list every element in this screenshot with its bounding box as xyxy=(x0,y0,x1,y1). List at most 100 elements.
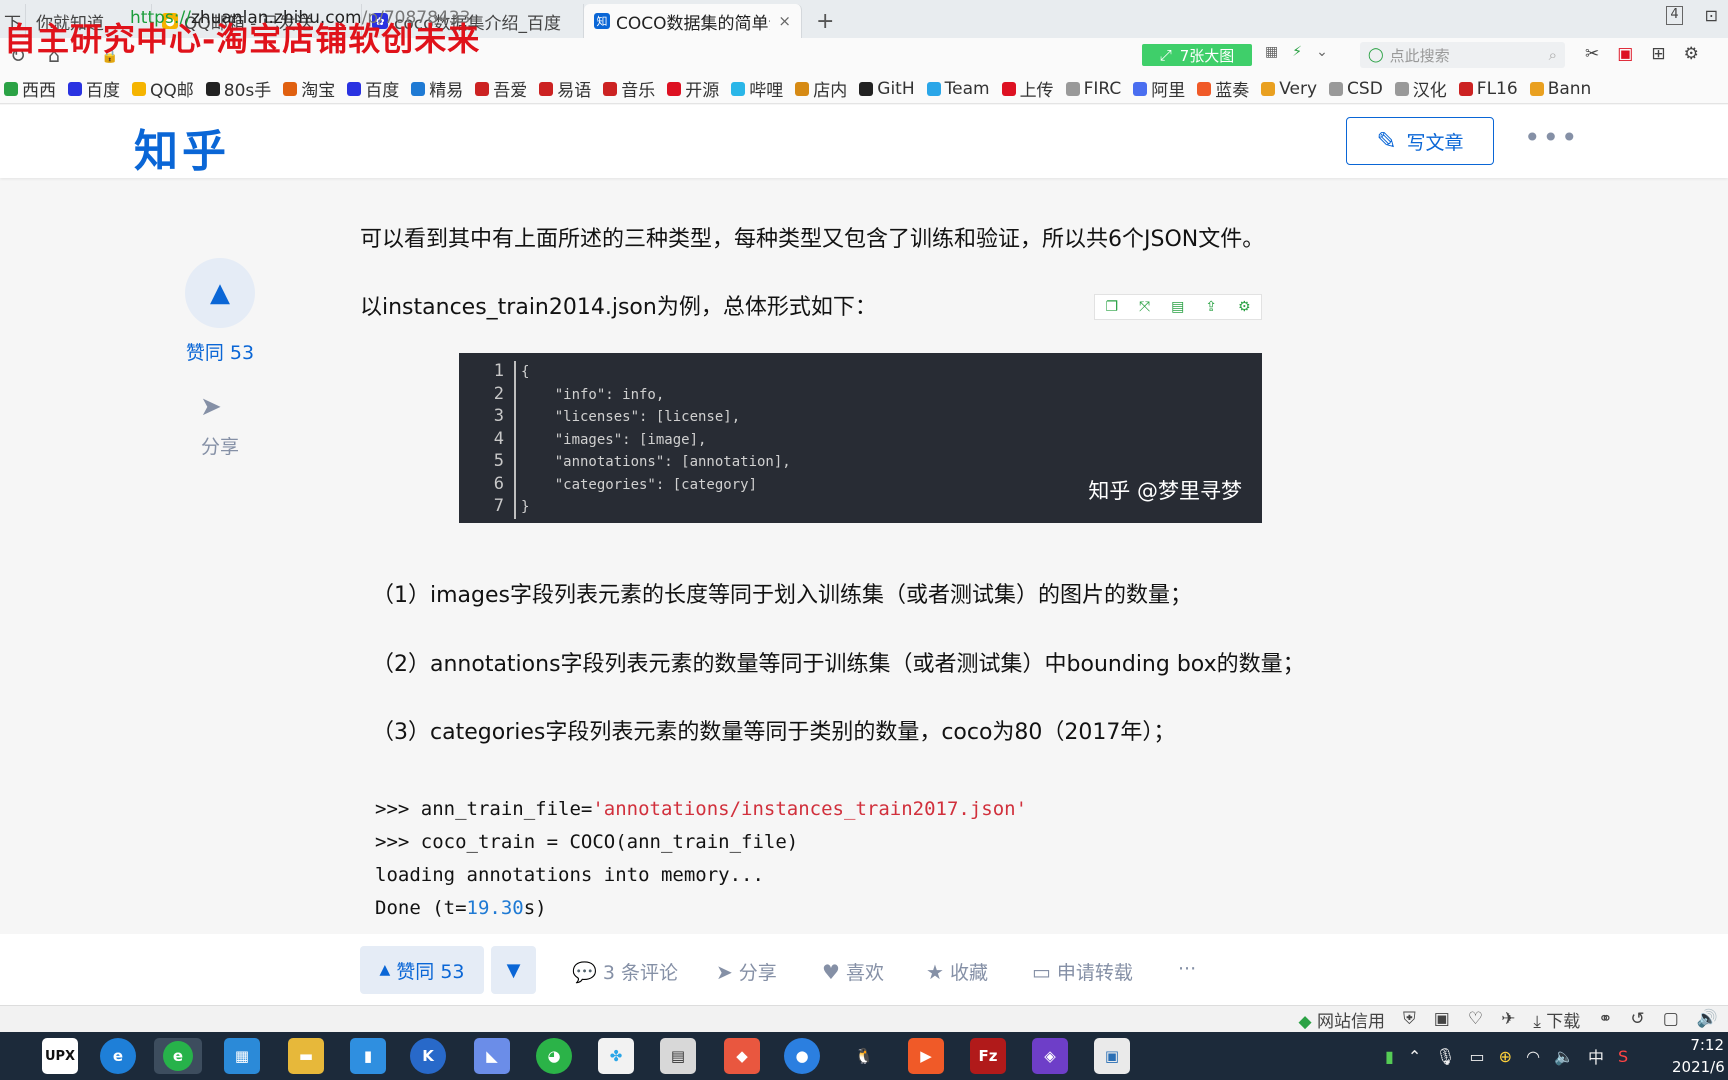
more-actions-button[interactable]: ··· xyxy=(1178,958,1196,980)
window-icon[interactable]: ▢ xyxy=(1663,1009,1679,1029)
taskbar-edge-icon[interactable]: e xyxy=(100,1038,136,1074)
search-icon[interactable]: ⌕ xyxy=(1549,46,1557,64)
bookmark-item[interactable]: 百度 xyxy=(68,76,120,101)
microphone-icon[interactable]: 🎙 xyxy=(1435,1047,1455,1066)
security-icon[interactable]: ⛨ xyxy=(1403,1009,1416,1029)
bookmark-item[interactable]: 百度 xyxy=(347,76,399,101)
zhihu-logo[interactable]: 知乎 xyxy=(134,115,230,179)
bookmark-item[interactable]: 淘宝 xyxy=(283,76,335,101)
tab-count-icon[interactable]: 4 xyxy=(1666,6,1683,25)
bookmark-item[interactable]: Bann xyxy=(1529,79,1591,99)
taskbar-git-icon[interactable]: ◆ xyxy=(724,1038,760,1074)
upvote-button[interactable]: ▲ 赞同 53 xyxy=(360,946,484,994)
bookmark-item[interactable]: 吾爱 xyxy=(475,76,527,101)
more-menu-icon[interactable]: ••• xyxy=(1524,121,1580,154)
taskbar-pinwheel-icon[interactable]: ✤ xyxy=(598,1038,634,1074)
bookmark-item[interactable]: 店内 xyxy=(795,76,847,101)
bookmark-item[interactable]: GitH xyxy=(859,79,915,99)
search-input[interactable]: ◯ 点此搜索 ⌕ xyxy=(1360,42,1565,68)
paper-plane-icon[interactable]: ➤ xyxy=(200,392,222,422)
bookmark-item[interactable]: 音乐 xyxy=(603,76,655,101)
bookmark-item[interactable]: Very xyxy=(1261,79,1317,99)
bookmark-item[interactable]: 上传 xyxy=(1001,76,1054,101)
bookmark-item[interactable]: 精易 xyxy=(411,76,463,101)
like-button[interactable]: ♥ 喜欢 xyxy=(822,958,884,985)
write-article-button[interactable]: ✎ 写文章 xyxy=(1346,117,1494,165)
screenshot-icon[interactable]: ▣ xyxy=(1434,1009,1450,1029)
share-icon[interactable]: ⇪ xyxy=(1205,299,1217,315)
taskbar-filezilla-icon[interactable]: Fz xyxy=(970,1038,1006,1074)
list-item-1: （1）images字段列表元素的长度等同于划入训练集（或者测试集）的图片的数量； xyxy=(372,583,1192,608)
bookmark-item[interactable]: Team xyxy=(926,79,990,99)
bookmark-item[interactable]: 开源 xyxy=(667,76,719,101)
fullscreen-icon[interactable]: ⤧ xyxy=(1139,299,1150,315)
chevron-up-icon[interactable]: ⌃ xyxy=(1408,1047,1421,1066)
toolbox-icon[interactable]: ⚭ xyxy=(1598,1009,1612,1029)
bookmark-item[interactable]: QQ邮 xyxy=(132,76,194,101)
download-button[interactable]: ⤓ 下载 xyxy=(1533,1007,1580,1032)
comments-button[interactable]: 💬 3 条评论 xyxy=(572,958,678,985)
speaker-icon[interactable]: 🔈 xyxy=(1554,1047,1574,1066)
taskbar-360-browser-icon[interactable]: e xyxy=(154,1038,202,1074)
browser-e-icon: e xyxy=(163,1041,193,1071)
lightning-icon[interactable]: ⚡ xyxy=(1292,44,1302,60)
collect-button[interactable]: ★ 收藏 xyxy=(926,958,988,985)
extensions-icon[interactable]: ▣ xyxy=(1617,44,1633,64)
code-image-line: { xyxy=(521,364,530,380)
taskbar-orange-app-icon[interactable]: ▶ xyxy=(908,1038,944,1074)
bookmark-item[interactable]: FL16 xyxy=(1458,79,1518,99)
volume-icon[interactable]: 🔊 xyxy=(1697,1009,1718,1029)
image-count-badge[interactable]: ⤢ 7张大图 xyxy=(1142,44,1252,66)
taskbar-qq-icon[interactable]: 🐧 xyxy=(846,1038,882,1074)
taskbar-notepad-icon[interactable]: ▮ xyxy=(350,1038,386,1074)
bookmark-item[interactable]: 蓝奏 xyxy=(1197,76,1249,101)
battery-icon[interactable]: ▮ xyxy=(1385,1047,1394,1066)
taskbar-folder-icon[interactable]: ▬ xyxy=(288,1038,324,1074)
chevron-down-icon[interactable]: ⌄ xyxy=(1316,44,1328,60)
bookmark-item[interactable]: 80s手 xyxy=(205,76,271,101)
bookmark-item[interactable]: CSD xyxy=(1329,79,1383,99)
wifi-icon[interactable]: ◠ xyxy=(1526,1047,1540,1066)
taskbar-clock[interactable]: 7:12 2021/6 xyxy=(1672,1034,1728,1078)
bookmark-item[interactable]: 易语 xyxy=(539,76,591,101)
list-item-3: （3）categories字段列表元素的数量等同于类别的数量，coco为80（2… xyxy=(372,720,1176,745)
taskbar-bird-icon[interactable]: ● xyxy=(784,1038,820,1074)
taskbar-document-icon[interactable]: ▤ xyxy=(660,1038,696,1074)
taskbar-visual-studio-icon[interactable]: ◈ xyxy=(1032,1038,1068,1074)
sogou-icon[interactable]: S xyxy=(1618,1047,1628,1066)
bookmark-item[interactable]: FIRC xyxy=(1065,79,1121,99)
restore-icon[interactable]: ↺ xyxy=(1631,1009,1645,1029)
power-icon[interactable]: ▭ xyxy=(1470,1047,1485,1066)
taskbar-k-app-icon[interactable]: K xyxy=(410,1038,446,1074)
scissors-icon[interactable]: ✂ xyxy=(1585,44,1599,64)
copy-icon[interactable]: ❐ xyxy=(1105,299,1118,315)
apps-grid-icon[interactable]: ⊞ xyxy=(1651,44,1665,64)
taskbar-wechat-icon[interactable]: ◕ xyxy=(536,1038,572,1074)
site-credit-button[interactable]: ◆ 网站信用 xyxy=(1299,1007,1385,1032)
bookmark-item[interactable]: 哔哩 xyxy=(731,76,783,101)
ime-indicator[interactable]: 中 xyxy=(1588,1044,1604,1068)
bookmark-item[interactable]: 汉化 xyxy=(1394,76,1447,101)
bookmark-item[interactable]: 西西 xyxy=(4,76,56,101)
taskbar-upx[interactable]: UPX xyxy=(42,1038,78,1074)
side-upvote-count[interactable]: 赞同 53 xyxy=(170,338,270,365)
skin-icon[interactable]: ⊡ xyxy=(1705,6,1718,25)
downvote-button[interactable]: ▼ xyxy=(491,946,536,994)
qr-icon[interactable]: ▦ xyxy=(1265,44,1278,60)
speed-icon[interactable]: ✈ xyxy=(1501,1009,1515,1029)
repost-request-button[interactable]: ▭ 申请转载 xyxy=(1032,958,1133,985)
add-icon[interactable]: ⊕ xyxy=(1499,1047,1512,1066)
taskbar-tiles-icon[interactable]: ▦ xyxy=(224,1038,260,1074)
favorite-icon[interactable]: ♡ xyxy=(1468,1009,1483,1029)
taskbar-feishu-icon[interactable]: ◣ xyxy=(474,1038,510,1074)
save-icon[interactable]: ▤ xyxy=(1171,299,1184,315)
side-upvote-button[interactable]: ▲ xyxy=(185,258,255,328)
gear-icon[interactable]: ⚙ xyxy=(1238,299,1251,315)
bookmark-favicon-icon xyxy=(795,81,810,96)
edit-icon: ✎ xyxy=(1376,127,1397,155)
settings-icon[interactable]: ⚙ xyxy=(1684,44,1699,64)
side-share-label[interactable]: 分享 xyxy=(170,432,270,459)
bookmark-item[interactable]: 阿里 xyxy=(1133,76,1185,101)
taskbar-window-icon[interactable]: ▣ xyxy=(1094,1038,1130,1074)
share-button[interactable]: ➤ 分享 xyxy=(716,958,777,985)
